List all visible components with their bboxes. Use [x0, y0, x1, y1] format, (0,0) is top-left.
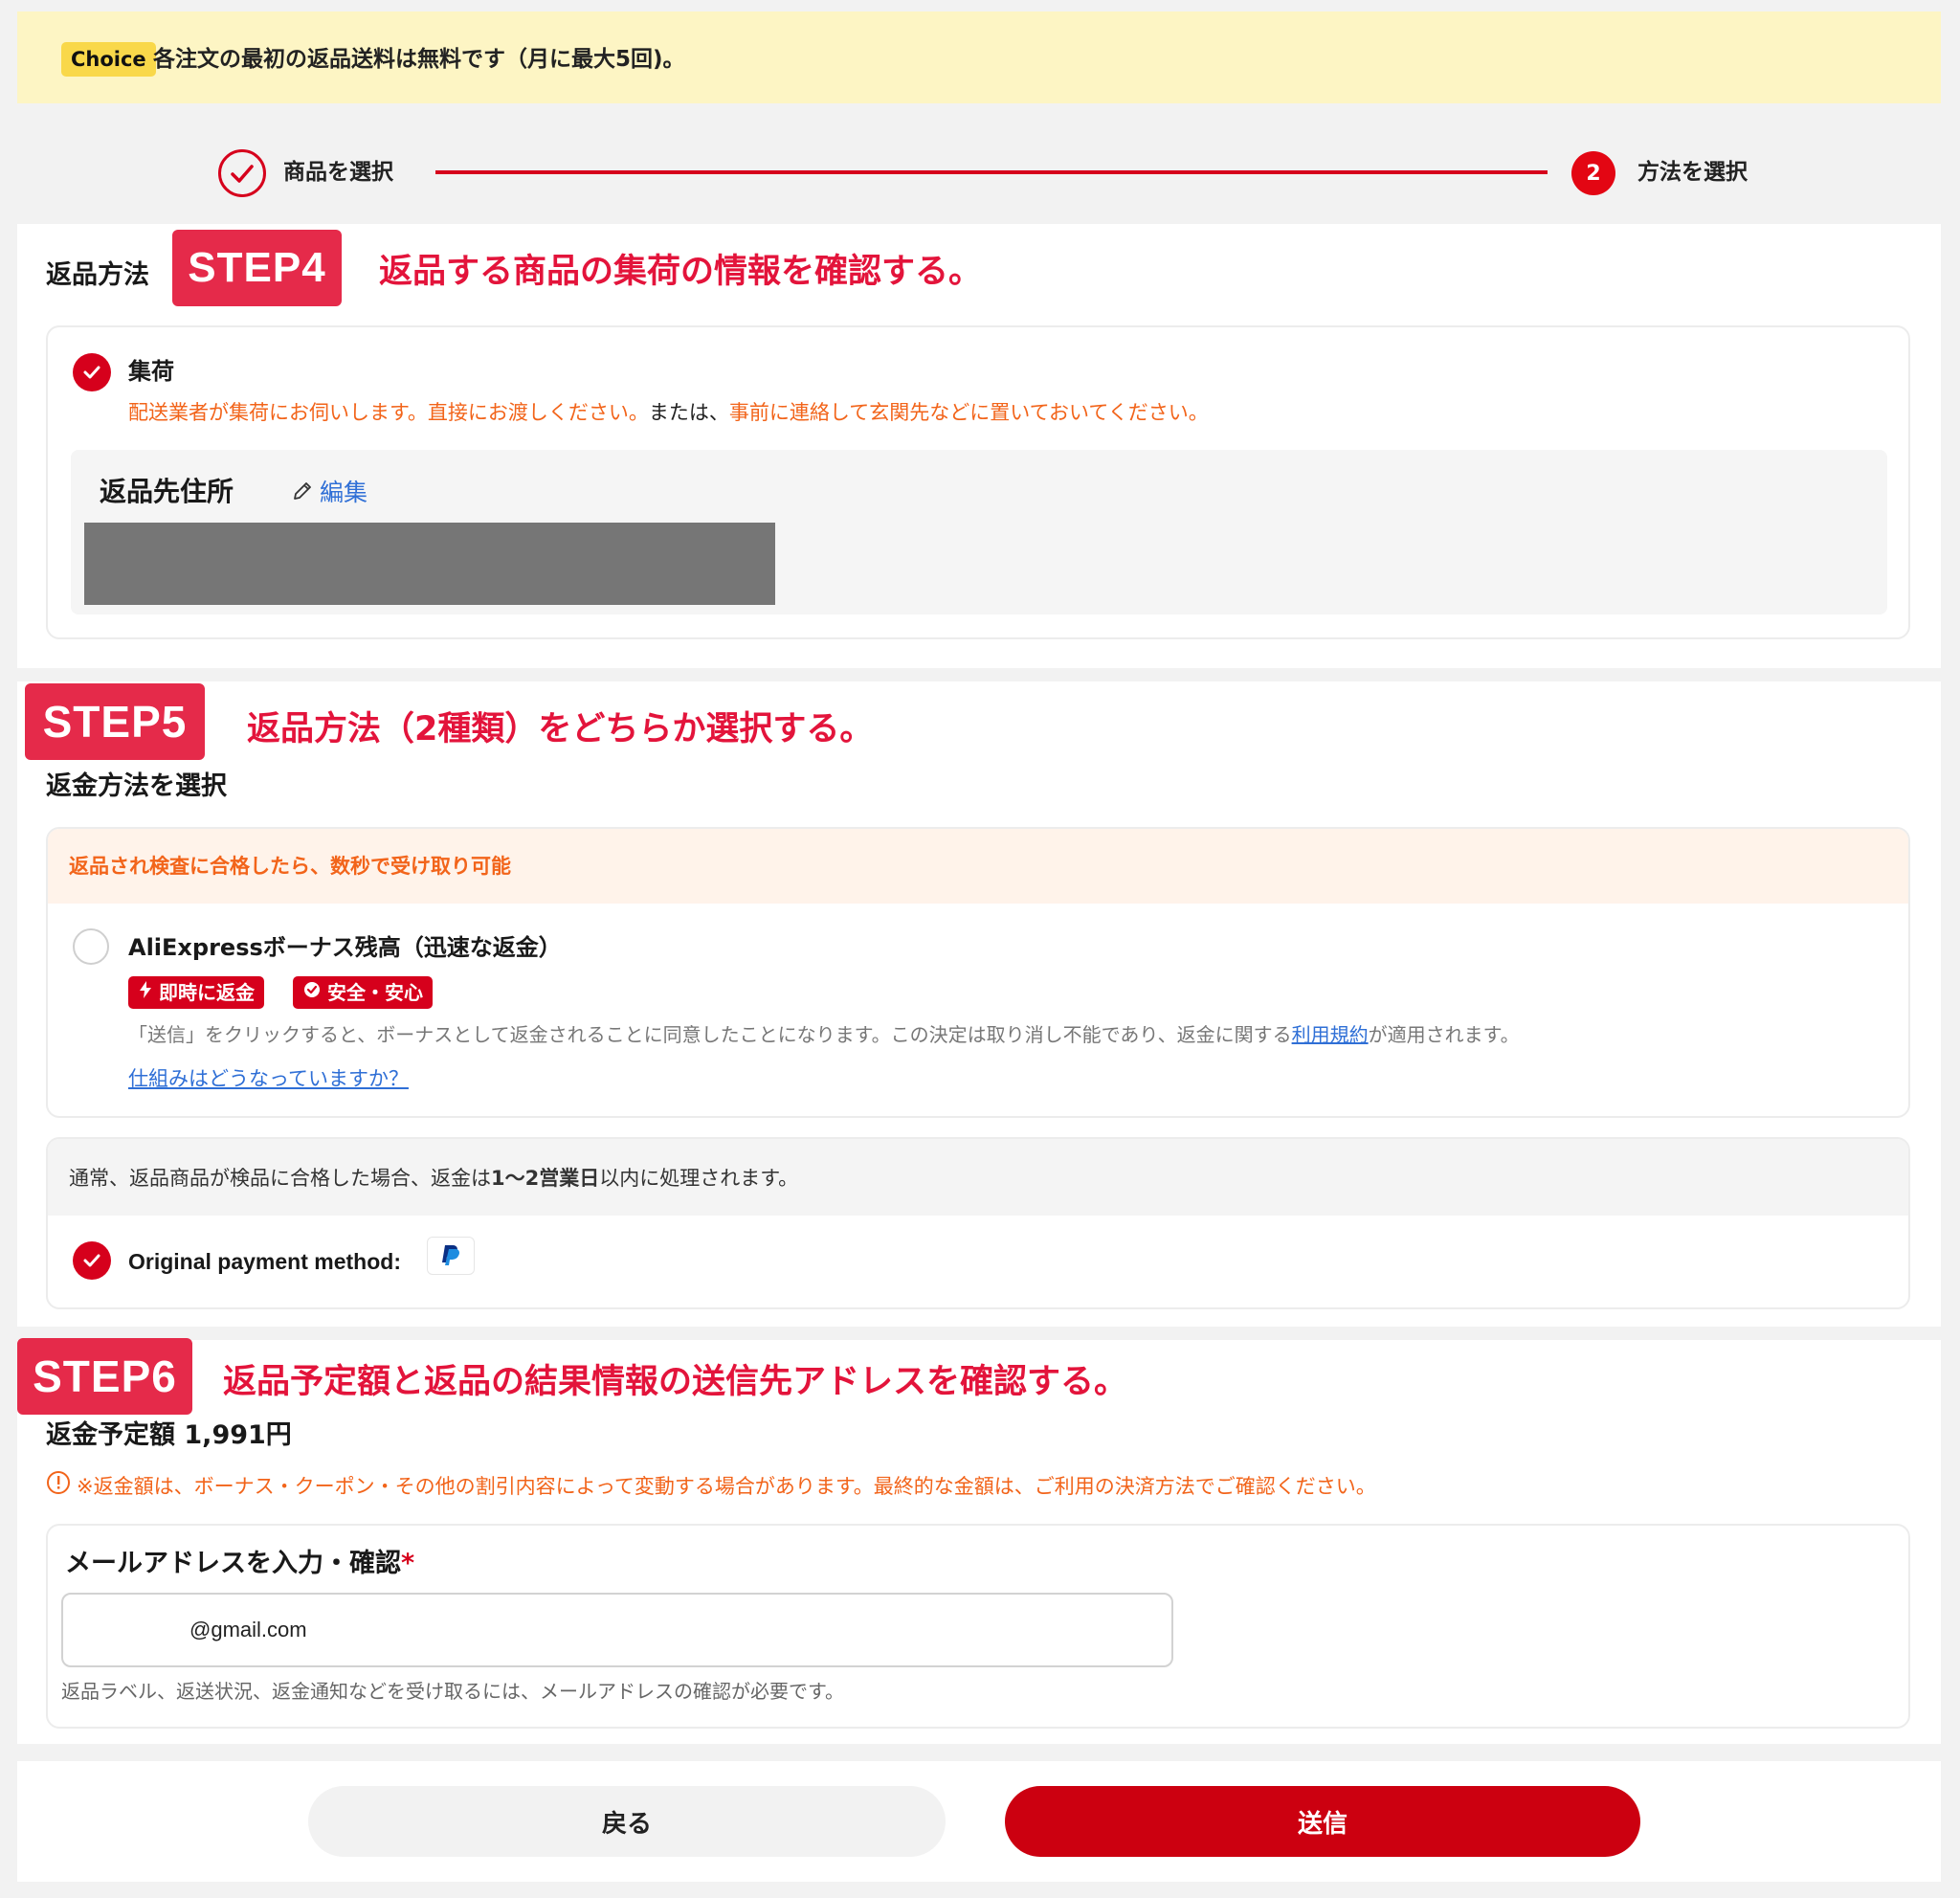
normal-refund-text: 通常、返品商品が検品に合格した場合、返金は1〜2営業日以内に処理されます。 — [69, 1164, 798, 1193]
how-it-works-link[interactable]: 仕組みはどうなっていますか？ — [128, 1064, 409, 1093]
step-complete-icon — [218, 149, 266, 197]
email-label-text: メールアドレスを入力・確認 — [65, 1549, 401, 1578]
return-address-label: 返品先住所 — [100, 476, 234, 507]
refund-note: ※返金額は、ボーナス・クーポン・その他の割引内容によって変動する場合があります。… — [46, 1470, 1376, 1503]
step4-badge: STEP4 — [172, 230, 342, 306]
email-input[interactable] — [61, 1593, 1173, 1667]
tag-safe-label: 安全・安心 — [327, 981, 423, 1004]
return-method-label: 返品方法 — [46, 260, 149, 290]
step6-badge: STEP6 — [17, 1338, 192, 1415]
email-help-text: 返品ラベル、返送状況、返金通知などを受け取るには、メールアドレスの確認が必要です… — [61, 1680, 844, 1703]
step2-number: 2 — [1571, 151, 1615, 195]
terms-link[interactable]: 利用規約 — [1292, 1023, 1369, 1046]
tag-safe: 安全・安心 — [293, 976, 433, 1009]
lightning-icon — [138, 976, 153, 1009]
bonus-radio[interactable] — [73, 928, 109, 965]
pickup-desc-part3: 事前に連絡して玄関先などに置いておいてください。 — [728, 401, 1209, 424]
refund-method-label: 返金方法を選択 — [46, 771, 227, 801]
original-payment-check-icon[interactable] — [73, 1241, 111, 1280]
bonus-terms-post: が適用されます。 — [1368, 1023, 1520, 1046]
pencil-icon — [291, 480, 314, 506]
bonus-terms-pre: 「送信」をクリックすると、ボーナスとして返金されることに同意したことになります。… — [128, 1023, 1292, 1046]
step6-annotation: 返品予定額と返品の結果情報の送信先アドレスを確認する。 — [223, 1363, 1128, 1401]
pickup-desc-part2: または、 — [648, 401, 729, 424]
step2-label: 方法を選択 — [1637, 160, 1748, 185]
back-button[interactable]: 戻る — [308, 1786, 946, 1857]
edit-address-link[interactable]: 編集 — [291, 479, 368, 507]
step5-badge: STEP5 — [25, 683, 205, 760]
progress-line — [435, 170, 1548, 174]
pickup-title: 集荷 — [128, 358, 174, 385]
submit-button[interactable]: 送信 — [1005, 1786, 1640, 1857]
tag-instant-refund: 即時に返金 — [128, 976, 264, 1009]
refund-note-text: ※返金額は、ボーナス・クーポン・その他の割引内容によって変動する場合があります。… — [77, 1475, 1376, 1498]
bonus-option-title: AliExpressボーナス残高（迅速な返金） — [128, 934, 562, 961]
info-icon — [46, 1470, 71, 1503]
pickup-desc-part1: 配送業者が集荷にお伺いします。直接にお渡しください。 — [128, 401, 649, 424]
required-mark: * — [401, 1549, 415, 1578]
normal-notice-post: 以内に処理されます。 — [599, 1167, 799, 1190]
paypal-icon — [427, 1237, 475, 1275]
tag-instant-label: 即時に返金 — [159, 981, 255, 1004]
step1-label: 商品を選択 — [283, 160, 393, 185]
original-payment-label: Original payment method: — [128, 1249, 401, 1274]
refund-amount: 返金予定額 1,991円 — [46, 1420, 292, 1450]
choice-badge: Choice — [61, 42, 156, 77]
shield-check-icon — [302, 976, 322, 1009]
email-label: メールアドレスを入力・確認* — [65, 1547, 414, 1581]
normal-notice-bold: 1〜2営業日 — [491, 1167, 600, 1190]
redacted-address — [84, 523, 775, 605]
bonus-notice-text: 返品され検査に合格したら、数秒で受け取り可能 — [69, 855, 511, 878]
pickup-check-icon[interactable] — [73, 353, 111, 391]
bonus-terms: 「送信」をクリックすると、ボーナスとして返金されることに同意したことになります。… — [128, 1020, 1520, 1049]
banner-text: 各注文の最初の返品送料は無料です（月に最大5回)。 — [153, 47, 685, 72]
step5-annotation: 返品方法（2種類）をどちらか選択する。 — [247, 710, 874, 748]
pickup-description: 配送業者が集荷にお伺いします。直接にお渡しください。または、事前に連絡して玄関先… — [128, 398, 1209, 427]
footer-bar — [17, 1761, 1941, 1882]
edit-label[interactable]: 編集 — [320, 479, 368, 507]
step4-annotation: 返品する商品の集荷の情報を確認する。 — [379, 253, 983, 291]
normal-notice-pre: 通常、返品商品が検品に合格した場合、返金は — [69, 1167, 491, 1190]
